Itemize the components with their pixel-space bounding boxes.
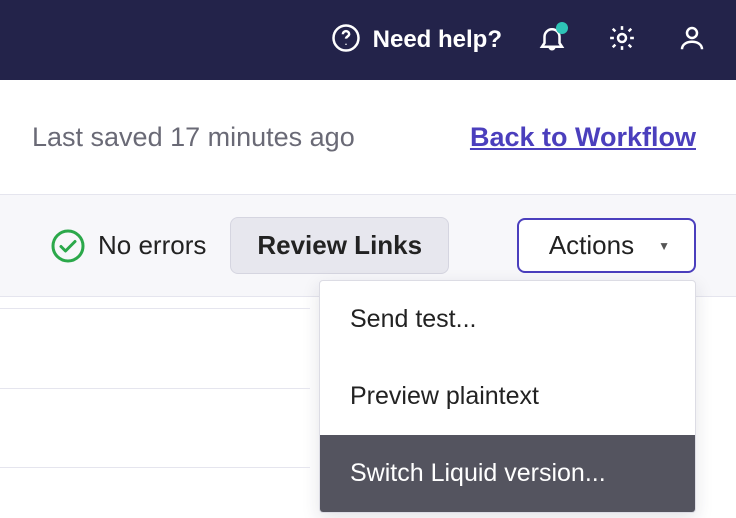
actions-dropdown-menu: Send test... Preview plaintext Switch Li… bbox=[319, 280, 696, 513]
sub-header: Last saved 17 minutes ago Back to Workfl… bbox=[0, 80, 736, 194]
gear-icon bbox=[607, 23, 637, 58]
notification-dot-icon bbox=[556, 22, 568, 34]
error-status-text: No errors bbox=[98, 230, 206, 261]
back-to-workflow-link[interactable]: Back to Workflow bbox=[470, 122, 696, 153]
list-row bbox=[0, 388, 310, 468]
menu-item-send-test[interactable]: Send test... bbox=[320, 281, 695, 358]
editor-toolbar: No errors Review Links Actions ▼ Send te… bbox=[0, 194, 736, 297]
menu-item-preview-plaintext[interactable]: Preview plaintext bbox=[320, 358, 695, 435]
top-nav-bar: Need help? bbox=[0, 0, 736, 80]
caret-down-icon: ▼ bbox=[658, 239, 670, 253]
account-button[interactable] bbox=[672, 20, 712, 60]
error-status: No errors bbox=[50, 228, 206, 264]
need-help-label: Need help? bbox=[373, 26, 502, 54]
actions-label: Actions bbox=[549, 230, 634, 261]
review-links-button[interactable]: Review Links bbox=[230, 217, 449, 274]
settings-button[interactable] bbox=[602, 20, 642, 60]
actions-dropdown-button[interactable]: Actions ▼ bbox=[517, 218, 696, 273]
need-help-button[interactable]: Need help? bbox=[331, 23, 502, 58]
last-saved-text: Last saved 17 minutes ago bbox=[32, 122, 355, 153]
person-icon bbox=[677, 23, 707, 58]
menu-item-switch-liquid-version[interactable]: Switch Liquid version... bbox=[320, 435, 695, 512]
question-circle-icon bbox=[331, 23, 361, 58]
content-list-placeholder bbox=[0, 308, 310, 468]
check-circle-icon bbox=[50, 228, 86, 264]
list-row bbox=[0, 308, 310, 388]
notifications-button[interactable] bbox=[532, 20, 572, 60]
